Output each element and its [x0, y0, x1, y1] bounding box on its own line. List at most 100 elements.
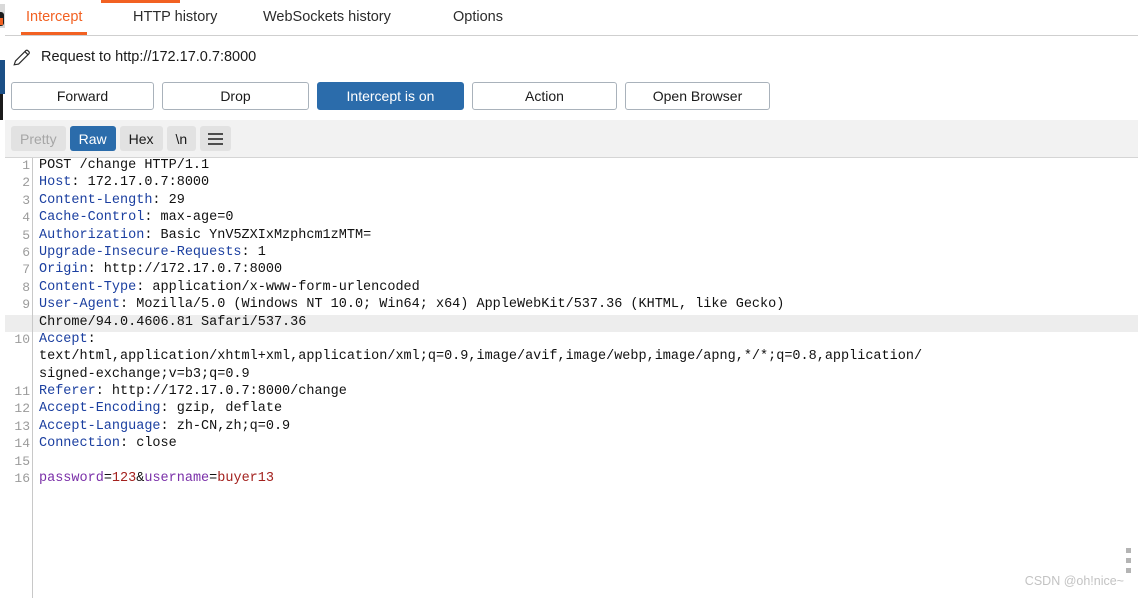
code-token: Upgrade-Insecure-Requests	[39, 244, 242, 260]
line-text: Host: 172.17.0.7:8000	[39, 175, 209, 190]
code-token: password	[39, 471, 104, 487]
intercept-toggle-label: Intercept is on	[346, 88, 435, 104]
view-mode-raw-label: Raw	[78, 130, 107, 147]
line-text: text/html,application/xhtml+xml,applicat…	[39, 349, 922, 364]
code-token: Content-Length	[39, 192, 153, 208]
code-token: User-Agent	[39, 297, 121, 313]
code-line: 1 POST /change HTTP/1.1	[5, 158, 1138, 175]
action-button-row: Forward Drop Intercept is on Action Open…	[11, 82, 770, 110]
line-number: 3	[22, 192, 30, 208]
view-mode-segmented-control: Pretty Raw Hex \n	[11, 126, 232, 151]
tab-options-label: Options	[453, 9, 503, 25]
edge-block-orange	[0, 18, 3, 25]
code-token: : application/x-www-form-urlencoded	[136, 279, 420, 295]
edge-block-dark2	[0, 94, 3, 120]
line-number: 12	[14, 401, 30, 417]
code-line: 9 User-Agent: Mozilla/5.0 (Windows NT 10.…	[5, 297, 1138, 314]
code-line: Chrome/94.0.4606.81 Safari/537.36	[5, 314, 1138, 332]
request-title: Request to http://172.17.0.7:8000	[41, 49, 257, 65]
pencil-icon	[13, 49, 30, 66]
view-mode-newline[interactable]: \n	[166, 126, 197, 151]
code-token: : http://172.17.0.7:8000	[87, 262, 283, 278]
code-token: Origin	[39, 262, 88, 278]
code-token: : 1	[241, 244, 266, 260]
request-title-row: Request to http://172.17.0.7:8000	[5, 44, 256, 70]
tab-bar-divider	[5, 35, 1138, 36]
code-line: 14 Connection: close	[5, 436, 1138, 453]
code-line: 2 Host: 172.17.0.7:8000	[5, 175, 1138, 192]
gutter-divider	[32, 158, 33, 598]
intercept-toggle-button[interactable]: Intercept is on	[317, 82, 464, 110]
drop-button-label: Drop	[220, 88, 251, 104]
panel-resize-handle[interactable]	[1126, 548, 1131, 574]
code-line: 6 Upgrade-Insecure-Requests: 1	[5, 245, 1138, 262]
tab-intercept[interactable]: Intercept	[16, 0, 92, 35]
code-token: username	[144, 471, 210, 487]
line-text: Chrome/94.0.4606.81 Safari/537.36	[39, 315, 306, 330]
code-line: 16 password=123&username=buyer13	[5, 471, 1138, 488]
view-mode-pretty-label: Pretty	[20, 130, 57, 147]
tab-http-history-label: HTTP history	[133, 9, 218, 25]
code-token: Host	[39, 175, 72, 191]
view-mode-hex[interactable]: Hex	[119, 126, 163, 151]
line-text: POST /change HTTP/1.1	[39, 158, 209, 173]
code-token: :	[87, 331, 96, 347]
code-token: Accept-Language	[39, 418, 161, 434]
line-number: 14	[14, 436, 30, 452]
tab-http-history[interactable]: HTTP history	[123, 0, 227, 35]
code-line: 3 Content-Length: 29	[5, 193, 1138, 210]
open-browser-button[interactable]: Open Browser	[625, 82, 770, 110]
request-editor[interactable]: 1 POST /change HTTP/1.1 2 Host: 172.17.0.7:…	[5, 158, 1138, 598]
drop-button[interactable]: Drop	[162, 82, 309, 110]
code-token: Connection	[39, 436, 121, 452]
hamburger-menu-glyph	[208, 132, 224, 145]
line-text: Cache-Control: max-age=0	[39, 210, 233, 225]
code-line: 13 Accept-Language: zh-CN,zh;q=0.9	[5, 419, 1138, 436]
view-mode-pretty[interactable]: Pretty	[11, 126, 66, 151]
line-text: signed-exchange;v=b3;q=0.9	[39, 367, 250, 382]
code-token: : gzip, deflate	[160, 401, 283, 417]
line-number: 4	[22, 210, 30, 226]
watermark: CSDN @oh!nice~	[1024, 574, 1124, 588]
code-token: text/html,application/xhtml+xml,applicat…	[39, 349, 923, 365]
line-text: User-Agent: Mozilla/5.0 (Windows NT 10.0…	[39, 297, 784, 312]
code-line: 8 Content-Type: application/x-www-form-ur…	[5, 280, 1138, 297]
line-text: Accept:	[39, 332, 96, 347]
action-button[interactable]: Action	[472, 82, 617, 110]
code-token: Accept-Encoding	[39, 401, 161, 417]
line-number: 11	[14, 384, 30, 400]
line-text: Accept-Language: zh-CN,zh;q=0.9	[39, 419, 290, 434]
view-mode-raw[interactable]: Raw	[69, 126, 116, 151]
code-token: Accept	[39, 331, 88, 347]
line-number: 7	[22, 262, 30, 278]
code-token: Content-Type	[39, 279, 137, 295]
code-line: 4 Cache-Control: max-age=0	[5, 210, 1138, 227]
forward-button-label: Forward	[56, 88, 109, 104]
code-token: : http://172.17.0.7:8000/change	[95, 384, 347, 400]
code-line: signed-exchange;v=b3;q=0.9	[5, 367, 1138, 384]
forward-button[interactable]: Forward	[11, 82, 154, 110]
view-mode-hex-label: Hex	[128, 130, 154, 147]
line-number: 2	[22, 175, 30, 191]
line-text: Origin: http://172.17.0.7:8000	[39, 262, 282, 277]
code-token: Chrome/94.0.4606.81 Safari/537.36	[39, 314, 307, 330]
line-number: 9	[22, 297, 30, 313]
tab-intercept-label: Intercept	[26, 9, 83, 25]
line-number: 15	[14, 453, 30, 469]
action-button-label: Action	[525, 88, 564, 104]
hamburger-menu-icon[interactable]	[200, 126, 232, 151]
code-token: =	[103, 471, 112, 487]
code-line: 7 Origin: http://172.17.0.7:8000	[5, 262, 1138, 279]
code-line: 15	[5, 454, 1138, 471]
code-token: : max-age=0	[144, 210, 234, 226]
line-text: password=123&username=buyer13	[39, 471, 274, 486]
tab-options[interactable]: Options	[443, 0, 513, 35]
line-text: Authorization: Basic YnV5ZXIxMzphcm1zMTM…	[39, 228, 371, 243]
tab-websockets-history-label: WebSockets history	[263, 9, 391, 25]
line-number: 8	[22, 279, 30, 295]
line-text: Connection: close	[39, 436, 177, 451]
line-number: 13	[14, 418, 30, 434]
code-token: : Basic YnV5ZXIxMzphcm1zMTM=	[144, 227, 372, 243]
tab-websockets-history[interactable]: WebSockets history	[253, 0, 401, 35]
request-code[interactable]: 1 POST /change HTTP/1.1 2 Host: 172.17.0.7:…	[5, 158, 1138, 488]
